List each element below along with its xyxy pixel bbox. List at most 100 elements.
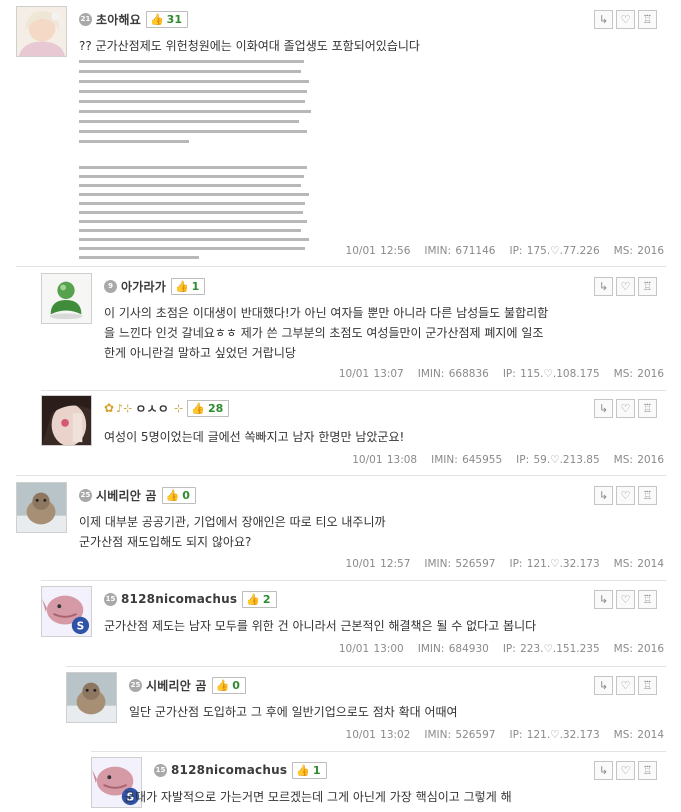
document-text-line: [79, 140, 189, 143]
avatar[interactable]: S: [41, 586, 92, 637]
avatar[interactable]: [41, 395, 92, 446]
comment-text-line: 이제 대부분 공공기관, 기업에서 장애인은 따로 티오 내주니까: [79, 515, 386, 529]
likes-counter[interactable]: 👍 31: [145, 10, 188, 28]
document-text-line: [79, 175, 304, 178]
thumbs-up-icon: 👍: [296, 763, 310, 777]
document-text-line: [79, 184, 301, 187]
reply-arrow-icon[interactable]: ↳: [594, 590, 613, 609]
comment-text: ?? 군가산점제도 위헌청원에는 이화여대 졸업생도 포함되어있습니다: [79, 39, 420, 53]
imin: IMIN: 645955: [431, 454, 503, 466]
document-text-line: [79, 220, 307, 223]
ip-address: IP: 223.♡.151.235: [502, 643, 600, 655]
ip-address: IP: 175.♡.77.226: [509, 245, 600, 257]
ms-year: MS: 2016: [613, 643, 664, 655]
likes-counter[interactable]: 👍 1: [170, 277, 206, 295]
nickname[interactable]: 초아해요: [96, 11, 141, 28]
siren-icon[interactable]: ♖: [638, 761, 657, 780]
comment-time: 10/01 12:56: [345, 245, 411, 257]
likes-count: 0: [182, 488, 190, 502]
thumbs-up-icon: 👍: [246, 592, 260, 606]
comment-meta: 10/01 13:07 IMIN: 668836 IP: 115.♡.108.175…: [339, 368, 664, 380]
separator: [16, 475, 666, 476]
avatar[interactable]: [16, 6, 67, 57]
siren-icon[interactable]: ♖: [638, 676, 657, 695]
siren-icon[interactable]: ♖: [638, 399, 657, 418]
flower-icon: ✿: [104, 401, 115, 415]
document-text-line: [79, 211, 303, 214]
document-text-line: [79, 247, 305, 250]
likes-counter[interactable]: 👍 2: [242, 590, 277, 608]
ip-address: IP: 59.♡.213.85: [516, 454, 600, 466]
nickname[interactable]: ㅇㅅㅇ: [135, 400, 169, 417]
comment-actions: ↳ ♡ ♖: [594, 676, 657, 695]
comment-header: 9 아가라가 👍 1: [104, 277, 206, 295]
heart-icon[interactable]: ♡: [616, 10, 635, 29]
document-text-line: [79, 100, 305, 103]
nickname[interactable]: 아가라가: [121, 278, 166, 295]
document-text-line: [79, 193, 309, 196]
comment-text: 일단 군가산점 도입하고 그 후에 일반기업으로도 점차 확대 어때여: [129, 705, 458, 719]
likes-count: 2: [262, 592, 271, 606]
separator: [16, 266, 666, 267]
ms-year: MS: 2016: [613, 368, 664, 380]
comment-actions: ↳ ♡ ♖: [594, 277, 657, 296]
document-text-line: [79, 90, 307, 93]
level-badge: 25: [129, 678, 142, 692]
siren-icon[interactable]: ♖: [638, 10, 657, 29]
separator: [41, 390, 666, 391]
reply-arrow-icon[interactable]: ↳: [594, 761, 613, 780]
likes-counter[interactable]: 👍 1: [292, 761, 327, 779]
reply-arrow-icon[interactable]: ↳: [594, 277, 613, 296]
siren-icon[interactable]: ♖: [638, 277, 657, 296]
comment-item: S 15 8128nicomachus 👍 1 ↳ ♡ ♖ 군대가 자발적으로 가…: [91, 757, 666, 812]
level-badge: 15: [104, 592, 117, 606]
likes-count: 1: [312, 763, 321, 777]
document-text-line: [79, 60, 304, 63]
reply-arrow-icon[interactable]: ↳: [594, 676, 613, 695]
nickname[interactable]: 시베리안 곰: [146, 677, 207, 694]
imin: IMIN: 526597: [424, 729, 496, 741]
comment-time: 10/01 13:08: [352, 454, 418, 466]
avatar[interactable]: [66, 672, 117, 723]
comment-time: 10/01 13:02: [345, 729, 411, 741]
likes-counter[interactable]: 👍 0: [211, 676, 246, 694]
comment-header: 15 8128nicomachus 👍 2: [104, 590, 277, 608]
nickname[interactable]: 8128nicomachus: [171, 763, 287, 777]
comment-time: 10/01 13:07: [338, 368, 404, 380]
heart-icon[interactable]: ♡: [616, 486, 635, 505]
separator: [41, 580, 666, 581]
siren-icon[interactable]: ♖: [638, 590, 657, 609]
likes-counter[interactable]: 👍 28: [187, 399, 230, 417]
avatar[interactable]: [41, 273, 92, 324]
likes-count: 31: [166, 12, 182, 26]
nickname[interactable]: 8128nicomachus: [121, 592, 237, 606]
reply-arrow-icon[interactable]: ↳: [594, 399, 613, 418]
avatar[interactable]: [16, 482, 67, 533]
likes-count: 28: [207, 401, 224, 415]
likes-counter[interactable]: 👍 0: [161, 486, 196, 504]
separator: [66, 666, 666, 667]
heart-icon[interactable]: ♡: [616, 277, 635, 296]
comment-text-line: 을 느낀다 인것 갈네요ㅎㅎ 제가 쓴 그부분의 초점도 여성들만이 군가산점제…: [104, 326, 544, 340]
document-text-line: [79, 70, 301, 73]
heart-icon[interactable]: ♡: [616, 399, 635, 418]
reply-arrow-icon[interactable]: ↳: [594, 10, 613, 29]
comment-header: ✿ ♪⊹ ㅇㅅㅇ ⊹ 👍 28: [104, 399, 230, 417]
document-text-line: [79, 256, 199, 259]
comment-text-line: 군가산점 재도입해도 되지 않아요?: [79, 535, 252, 549]
level-badge: 15: [154, 763, 167, 777]
reply-arrow-icon[interactable]: ↳: [594, 486, 613, 505]
imin: IMIN: 684930: [417, 643, 489, 655]
heart-icon[interactable]: ♡: [616, 761, 635, 780]
heart-icon[interactable]: ♡: [616, 590, 635, 609]
ms-year: MS: 2014: [613, 729, 664, 741]
level-badge: 25: [79, 488, 92, 502]
nickname[interactable]: 시베리안 곰: [96, 487, 157, 504]
document-text-line: [79, 166, 307, 169]
comment-text: 이 기사의 초점은 이대생이 반대했다!가 아닌 여자들 뿐만 아니라 다른 남…: [104, 303, 654, 363]
comment-meta: 10/01 12:56 IMIN: 671146 IP: 175.♡.77.226 M…: [346, 245, 664, 257]
siren-icon[interactable]: ♖: [638, 486, 657, 505]
heart-icon[interactable]: ♡: [616, 676, 635, 695]
comment-actions: ↳ ♡ ♖: [594, 590, 657, 609]
scanned-document-image[interactable]: [79, 58, 324, 259]
